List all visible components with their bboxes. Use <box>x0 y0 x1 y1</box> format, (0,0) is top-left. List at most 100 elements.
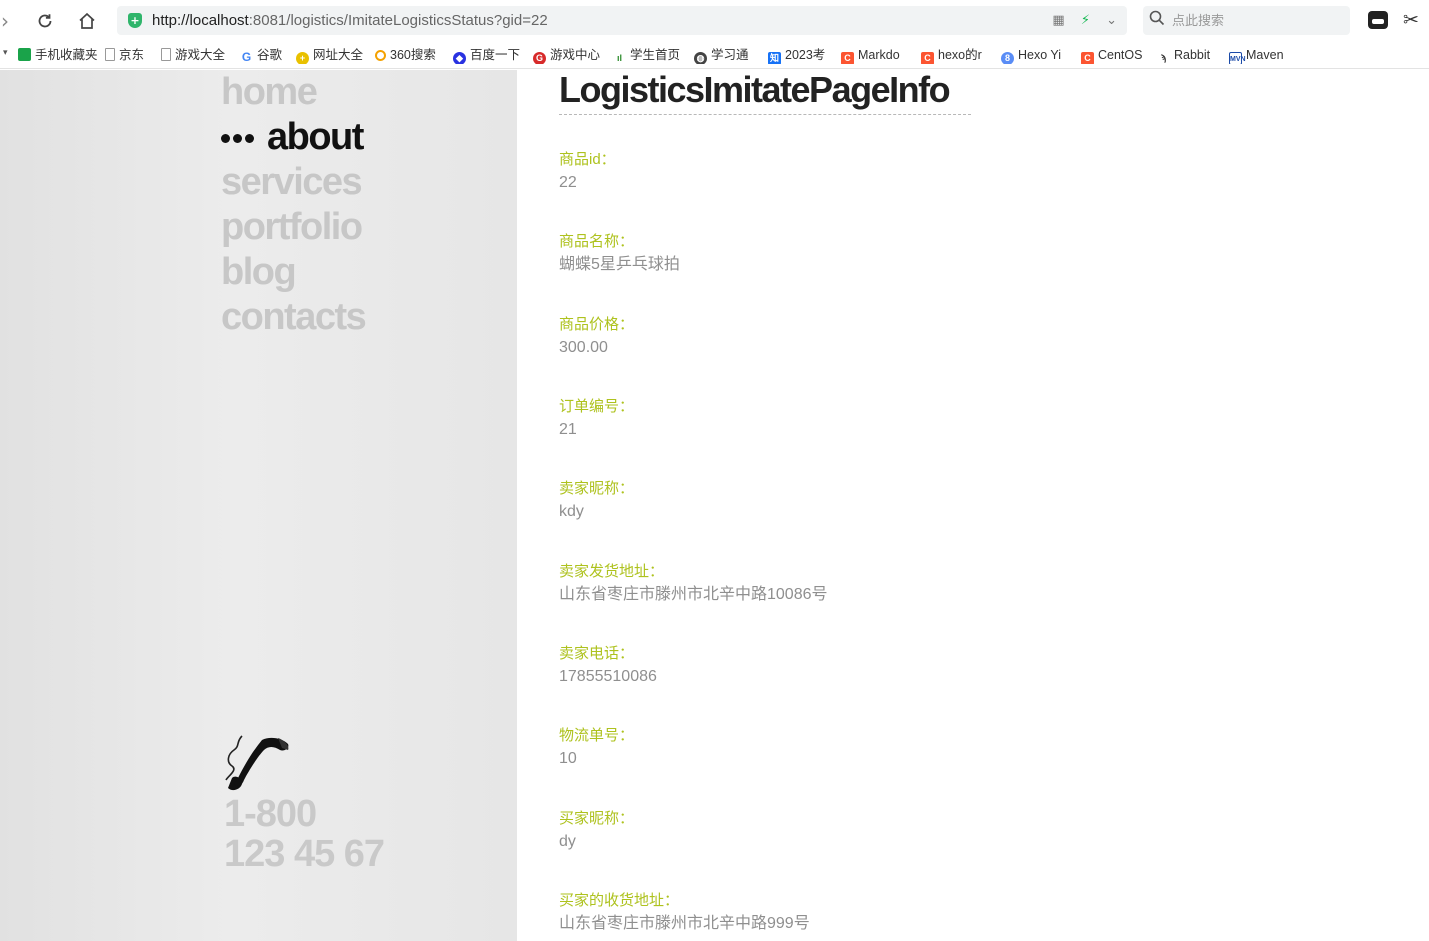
field-label: 商品id： <box>559 151 616 168</box>
phone-bookmark-icon <box>18 48 31 61</box>
menu-item-about[interactable]: about <box>221 115 365 160</box>
info-field-seller-nickname: 卖家昵称： kdy <box>559 478 634 524</box>
info-field-seller-address: 卖家发货地址： 山东省枣庄市滕州市北辛中路10086号 <box>559 561 828 607</box>
bookmark-item[interactable]: 游戏大全 <box>161 46 227 64</box>
csdn-icon: C <box>1081 52 1094 64</box>
extension-icon[interactable] <box>1368 11 1388 29</box>
web-page: home about services portfolio blog conta… <box>0 70 1429 941</box>
menu-item-services[interactable]: services <box>221 160 365 205</box>
bookmark-item[interactable]: 知 2023考 <box>768 46 828 64</box>
qr-code-icon[interactable]: ▦ <box>1052 13 1064 28</box>
address-bar[interactable]: + http://localhost:8081/logistics/Imitat… <box>117 6 1127 35</box>
browser-toolbar: › + http://localhost:8081/logistics/Imit… <box>0 0 1429 40</box>
field-label: 买家的收货地址： <box>559 892 680 909</box>
bookmark-item[interactable]: G 谷歌 <box>240 46 290 64</box>
info-field-buyer-address: 买家的收货地址： 山东省枣庄市滕州市北辛中路999号 <box>559 890 810 936</box>
bookmark-label: Hexo Yi <box>1018 48 1062 62</box>
bookmark-item[interactable]: ◆ 百度一下 <box>453 46 525 64</box>
bookmark-item[interactable]: 手机收藏夹 <box>18 46 98 64</box>
bookmark-item[interactable]: Chexo的r <box>921 46 989 64</box>
title-divider <box>559 114 971 115</box>
secure-shield-icon: + <box>128 13 142 28</box>
field-value: 山东省枣庄市滕州市北辛中路10086号 <box>559 586 828 603</box>
search-icon[interactable] <box>1149 10 1167 28</box>
bookmark-label: 网址大全 <box>313 48 364 62</box>
menu-item-label: about <box>267 116 364 158</box>
active-dots-icon <box>221 115 257 160</box>
bookmark-label: 京东 <box>119 48 145 62</box>
field-value: 山东省枣庄市滕州市北辛中路999号 <box>559 915 810 932</box>
bookmark-label: Rabbit <box>1174 48 1211 62</box>
bookmark-item[interactable]: G 游戏中心 <box>533 46 605 64</box>
menu-item-contacts[interactable]: contacts <box>221 295 367 340</box>
field-label: 商品名称： <box>559 233 635 250</box>
site-nav-icon: + <box>296 52 309 64</box>
bookmark-label: 360搜索 <box>390 48 436 62</box>
menu-item-label: blog <box>221 251 297 293</box>
bookmark-label: 游戏大全 <box>175 48 226 62</box>
info-field-goods-id: 商品id： 22 <box>559 149 616 195</box>
info-field-goods-price: 商品价格： 300.00 <box>559 314 634 360</box>
info-field-tracking-number: 物流单号： 10 <box>559 725 634 771</box>
bookmark-label: 手机收藏夹 <box>35 48 98 62</box>
bookmark-item[interactable]: MVNMaven <box>1229 46 1293 64</box>
bookmark-item[interactable]: ϡ Rabbit <box>1157 46 1217 64</box>
bookmark-label: hexo的r <box>938 48 982 62</box>
bookmark-label: Markdo <box>858 48 900 62</box>
chevron-down-icon[interactable]: ⌄ <box>1106 13 1117 28</box>
signal-bars-icon: ıl <box>613 52 626 64</box>
field-value: 10 <box>559 750 577 767</box>
browser-search <box>1143 6 1350 35</box>
search-input[interactable] <box>1172 6 1342 35</box>
info-field-order-number: 订单编号： 21 <box>559 396 634 442</box>
info-field-goods-name: 商品名称： 蝴蝶5星乒乓球拍 <box>559 231 680 277</box>
globe-icon: ◍ <box>694 52 707 64</box>
url-path: :8081/logistics/ImitateLogisticsStatus?g… <box>248 12 548 29</box>
csdn-icon: C <box>921 52 934 64</box>
bookmarks-menu-arrow-icon[interactable]: ▾ <box>3 48 8 58</box>
bookmark-label: 百度一下 <box>470 48 521 62</box>
field-value: 22 <box>559 174 577 191</box>
rabbit-icon: ϡ <box>1157 52 1170 64</box>
field-label: 卖家发货地址： <box>559 563 665 580</box>
bookmark-label: 学习通 <box>711 48 749 62</box>
menu-item-blog[interactable]: blog <box>221 250 365 295</box>
reload-icon[interactable] <box>32 8 58 34</box>
field-label: 买家昵称： <box>559 810 635 827</box>
field-label: 卖家昵称： <box>559 480 635 497</box>
zhihu-icon: 知 <box>768 52 781 64</box>
bookmark-item[interactable]: 京东 <box>105 46 155 64</box>
field-value: dy <box>559 833 576 850</box>
field-value: kdy <box>559 503 584 520</box>
bookmark-item[interactable]: 360搜索 <box>375 46 447 64</box>
bookmark-item[interactable]: C CentOS <box>1081 46 1145 64</box>
scissors-icon[interactable]: ✂ <box>1403 9 1419 31</box>
lightning-icon[interactable]: ⚡ <box>1081 13 1090 28</box>
hexo-icon: 8 <box>1001 52 1014 64</box>
game-center-icon: G <box>533 52 546 64</box>
bookmark-item[interactable]: ıl 学生首页 <box>613 46 681 64</box>
maven-icon: MVN <box>1229 52 1246 64</box>
url-text[interactable]: http://localhost:8081/logistics/ImitateL… <box>152 6 548 35</box>
field-value: 21 <box>559 421 577 438</box>
bookmark-label: 2023考 <box>785 48 826 62</box>
menu-item-home[interactable]: home <box>221 70 365 115</box>
page-icon <box>161 48 171 61</box>
field-label: 商品价格： <box>559 316 635 333</box>
main-content: LogisticsImitatePageInfo 商品id： 22 商品名称： … <box>559 70 1419 932</box>
forward-icon[interactable]: › <box>0 8 18 34</box>
bookmark-item[interactable]: + 网址大全 <box>296 46 368 64</box>
field-value: 17855510086 <box>559 668 657 685</box>
bookmark-item[interactable]: C Markdo <box>841 46 909 64</box>
home-icon[interactable] <box>74 8 100 34</box>
bookmark-item[interactable]: ◍ 学习通 <box>694 46 754 64</box>
bookmark-label: 谷歌 <box>257 48 283 62</box>
url-host: http://localhost <box>152 12 249 29</box>
menu-item-portfolio[interactable]: portfolio <box>221 205 365 250</box>
bookmark-item[interactable]: 8 Hexo Yi <box>1001 46 1069 64</box>
field-label: 订单编号： <box>559 398 635 415</box>
address-actions: ▦ ⚡ ⌄ <box>1040 6 1117 35</box>
csdn-icon: C <box>841 52 854 64</box>
telephone-icon <box>222 734 292 794</box>
menu-item-label: services <box>221 161 363 203</box>
